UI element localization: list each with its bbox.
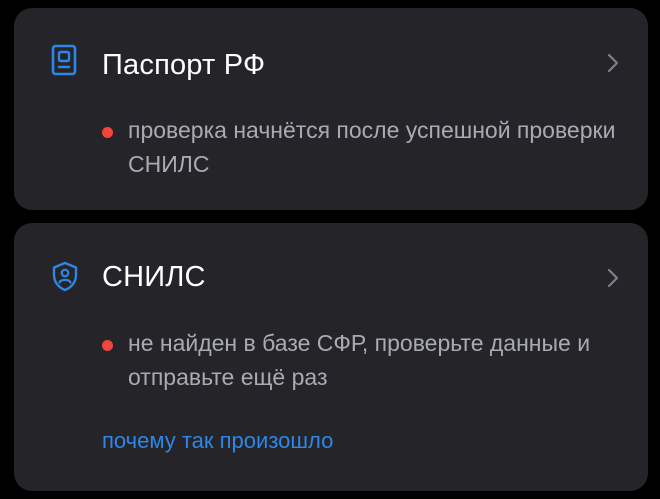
status-text: проверка начнётся после успешной проверк…: [128, 117, 616, 177]
status-error-dot: [102, 127, 113, 138]
card-title: Паспорт РФ: [102, 49, 266, 81]
status-text: не найден в базе СФР, проверьте данные и…: [128, 330, 591, 390]
card-title: СНИЛС: [102, 261, 206, 293]
passport-card: Паспорт РФ проверка начнётся после успеш…: [14, 8, 648, 210]
chevron-right-icon[interactable]: [606, 52, 620, 74]
snils-card: СНИЛС не найден в базе СФР, проверьте да…: [14, 223, 648, 491]
shield-user-icon: [52, 261, 78, 292]
snils-card-header[interactable]: СНИЛС: [14, 223, 648, 333]
chevron-right-icon[interactable]: [606, 267, 620, 289]
status-error-dot: [102, 340, 113, 351]
why-it-happened-link[interactable]: почему так произошло: [102, 427, 333, 455]
passport-card-header[interactable]: Паспорт РФ: [14, 8, 648, 118]
passport-icon: [51, 44, 77, 76]
